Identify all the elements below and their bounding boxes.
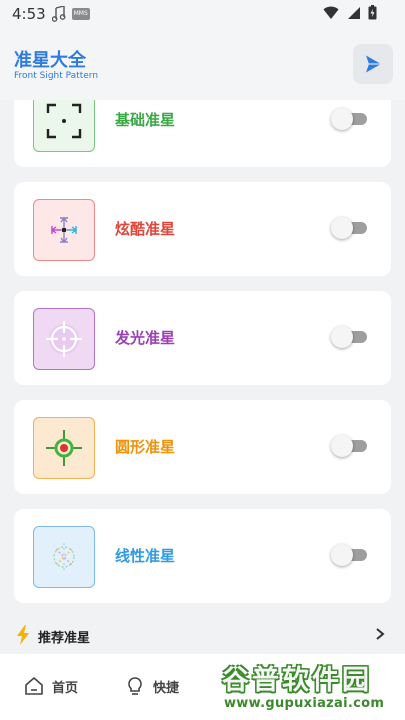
crosshair-label: 线性准星 xyxy=(115,547,176,565)
crosshair-card-cool[interactable]: 炫酷准星 xyxy=(14,182,391,276)
recommend-label: 推荐准星 xyxy=(38,631,91,646)
dashed-line-crosshair-icon xyxy=(33,526,95,588)
crosshair-list[interactable]: 基础准星 炫酷准星 发光准星 圆形准星 线性准星 xyxy=(0,100,405,606)
lightning-icon xyxy=(17,625,29,645)
arrow-crosshair-icon xyxy=(33,199,95,261)
status-left-icons: MMS xyxy=(51,6,90,22)
crosshair-card-basic[interactable]: 基础准星 xyxy=(14,100,391,167)
crosshair-toggle[interactable] xyxy=(331,217,367,239)
lightbulb-icon xyxy=(128,677,142,695)
watermark-url: www.gupuxiazai.com xyxy=(224,696,385,711)
music-note-icon xyxy=(51,6,66,22)
crosshair-label: 圆形准星 xyxy=(115,438,176,456)
battery-icon xyxy=(368,5,377,20)
play-icon xyxy=(366,55,381,73)
play-button[interactable] xyxy=(353,44,393,84)
wifi-icon xyxy=(323,6,339,19)
corner-bracket-crosshair-icon xyxy=(33,100,95,152)
page-subtitle: Front Sight Pattern xyxy=(14,71,99,81)
status-bar: 4:53 MMS xyxy=(0,0,405,28)
crosshair-toggle[interactable] xyxy=(331,544,367,566)
mms-icon: MMS xyxy=(71,8,90,20)
page-title: 准星大全 xyxy=(14,50,86,71)
nav-item-shortcut[interactable]: 快捷 xyxy=(125,676,179,696)
watermark-title: 谷普软件园 xyxy=(222,665,372,696)
crosshair-label: 发光准星 xyxy=(115,329,176,347)
crosshair-label: 基础准星 xyxy=(115,111,176,129)
crosshair-card-glow[interactable]: 发光准星 xyxy=(14,291,391,385)
nav-label-shortcut: 快捷 xyxy=(153,680,180,696)
circle-crosshair-icon xyxy=(33,417,95,479)
status-time: 4:53 xyxy=(12,5,46,23)
app-header: 准星大全 Front Sight Pattern xyxy=(0,28,405,100)
signal-icon xyxy=(348,6,360,19)
nav-item-home[interactable]: 首页 xyxy=(24,676,78,696)
crosshair-toggle[interactable] xyxy=(331,435,367,457)
crosshair-toggle[interactable] xyxy=(331,326,367,348)
status-right-icons xyxy=(323,5,377,20)
crosshair-label: 炫酷准星 xyxy=(115,220,176,238)
recommend-row[interactable]: 推荐准星 xyxy=(0,617,405,653)
chevron-right-icon[interactable] xyxy=(375,627,385,641)
home-icon xyxy=(25,677,43,695)
nav-label-home: 首页 xyxy=(52,680,79,696)
crosshair-toggle[interactable] xyxy=(331,108,367,130)
glow-ring-crosshair-icon xyxy=(33,308,95,370)
crosshair-card-round[interactable]: 圆形准星 xyxy=(14,400,391,494)
watermark: 谷普软件园 www.gupuxiazai.com xyxy=(222,656,402,716)
crosshair-card-linear[interactable]: 线性准星 xyxy=(14,509,391,603)
